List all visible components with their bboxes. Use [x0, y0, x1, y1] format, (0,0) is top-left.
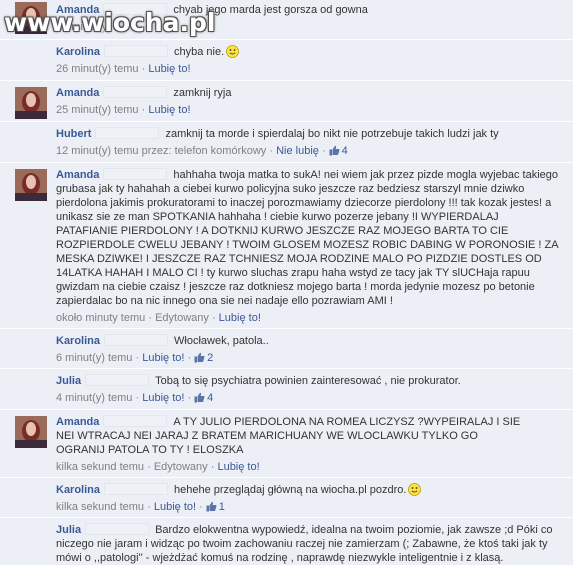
comment-text: Włocławek, patola.. — [174, 335, 269, 347]
redacted-surname — [85, 523, 150, 535]
redacted-surname — [103, 86, 168, 98]
comment-time[interactable]: 26 minut(y) temu — [56, 63, 139, 75]
like-count[interactable]: 4 — [207, 392, 213, 404]
comment-author[interactable]: Amanda — [56, 169, 99, 181]
comment: Amanda A TY JULIO PIERDOLONA NA ROMEA LIC… — [0, 410, 573, 478]
redacted-surname — [95, 127, 160, 139]
unlike-link[interactable]: Nie lubię — [276, 145, 319, 157]
comment-time[interactable]: 4 minut(y) temu — [56, 392, 132, 404]
like-count[interactable]: 2 — [207, 352, 213, 364]
comment-text: zamknij ryja — [173, 87, 232, 99]
thumbs-up-icon[interactable] — [329, 145, 340, 156]
comment: Amanda zamknij ryja 25 minut(y) temu · Lu… — [0, 81, 573, 122]
comment-author[interactable]: Amanda — [56, 87, 99, 99]
redacted-surname — [104, 45, 169, 57]
comment-time[interactable]: około minuty temu — [56, 312, 145, 324]
smiley-icon — [408, 483, 422, 496]
like-link[interactable]: Lubię to! — [142, 352, 184, 364]
comment: Karolina hehehe przeglądaj główną na wioc… — [0, 478, 573, 518]
like-count[interactable]: 4 — [342, 145, 348, 157]
like-link[interactable]: Lubię to! — [217, 461, 259, 473]
thumbs-up-icon[interactable] — [194, 352, 205, 363]
comment-text: Tobą to się psychiatra powinien zaintere… — [155, 375, 461, 387]
like-link[interactable]: Lubię to! — [154, 501, 196, 513]
comment-author[interactable]: Amanda — [56, 416, 99, 428]
like-link[interactable]: Lubię to! — [148, 104, 190, 116]
comment-text: chyba nie. — [174, 46, 225, 58]
edited-label[interactable]: Edytowany — [155, 312, 209, 324]
comment-author[interactable]: Karolina — [56, 335, 100, 347]
redacted-surname — [104, 483, 169, 495]
comment-feed: Amanda chyab jego marda jest gorsza od go… — [0, 0, 573, 565]
thumbs-up-icon[interactable] — [206, 501, 217, 512]
comment-time[interactable]: 6 minut(y) temu — [56, 352, 132, 364]
comment-time[interactable]: kilka sekund temu — [56, 501, 144, 513]
like-count[interactable]: 1 — [219, 501, 225, 513]
comment-author[interactable]: Julia — [56, 375, 81, 387]
like-link[interactable]: Lubię to! — [219, 312, 261, 324]
comment-time[interactable]: kilka sekund temu — [56, 461, 144, 473]
redacted-surname — [85, 374, 150, 386]
like-link[interactable]: Lubię to! — [148, 63, 190, 75]
wiocha-watermark: www.wiocha.pl — [4, 8, 216, 37]
comment-author[interactable]: Karolina — [56, 484, 100, 496]
redacted-surname — [104, 334, 169, 346]
thumbs-up-icon[interactable] — [194, 392, 205, 403]
comment-time[interactable]: 25 minut(y) temu — [56, 104, 139, 116]
smiley-icon — [226, 45, 240, 58]
comment-time[interactable]: 12 minut(y) temu przez: telefon komórkow… — [56, 145, 266, 157]
comment: Amanda hahhaha twoja matka to sukA! nei w… — [0, 163, 573, 329]
avatar[interactable] — [15, 416, 47, 448]
comment: Julia Bardzo elokwentna wypowiedź, idealn… — [0, 518, 573, 565]
comment: Julia Tobą to się psychiatra powinien zai… — [0, 369, 573, 410]
comment-text: hahhaha twoja matka to sukA! nei wiem ja… — [56, 169, 558, 307]
edited-label[interactable]: Edytowany — [154, 461, 208, 473]
redacted-surname — [103, 415, 168, 427]
avatar[interactable] — [15, 169, 47, 201]
comment-text: hehehe przeglądaj główną na wiocha.pl po… — [174, 484, 407, 496]
comment-author[interactable]: Hubert — [56, 128, 91, 140]
like-link[interactable]: Lubię to! — [142, 392, 184, 404]
avatar[interactable] — [15, 87, 47, 119]
redacted-surname — [103, 168, 168, 180]
comment-text: zamknij ta morde i spierdalaj bo nikt ni… — [165, 128, 499, 140]
comment-author[interactable]: Karolina — [56, 46, 100, 58]
comment: Karolina Włocławek, patola.. 6 minut(y) t… — [0, 329, 573, 369]
comment: Hubert zamknij ta morde i spierdalaj bo n… — [0, 122, 573, 163]
comment-author[interactable]: Julia — [56, 524, 81, 536]
comment: Karolina chyba nie. 26 minut(y) temu · Lu… — [0, 40, 573, 81]
